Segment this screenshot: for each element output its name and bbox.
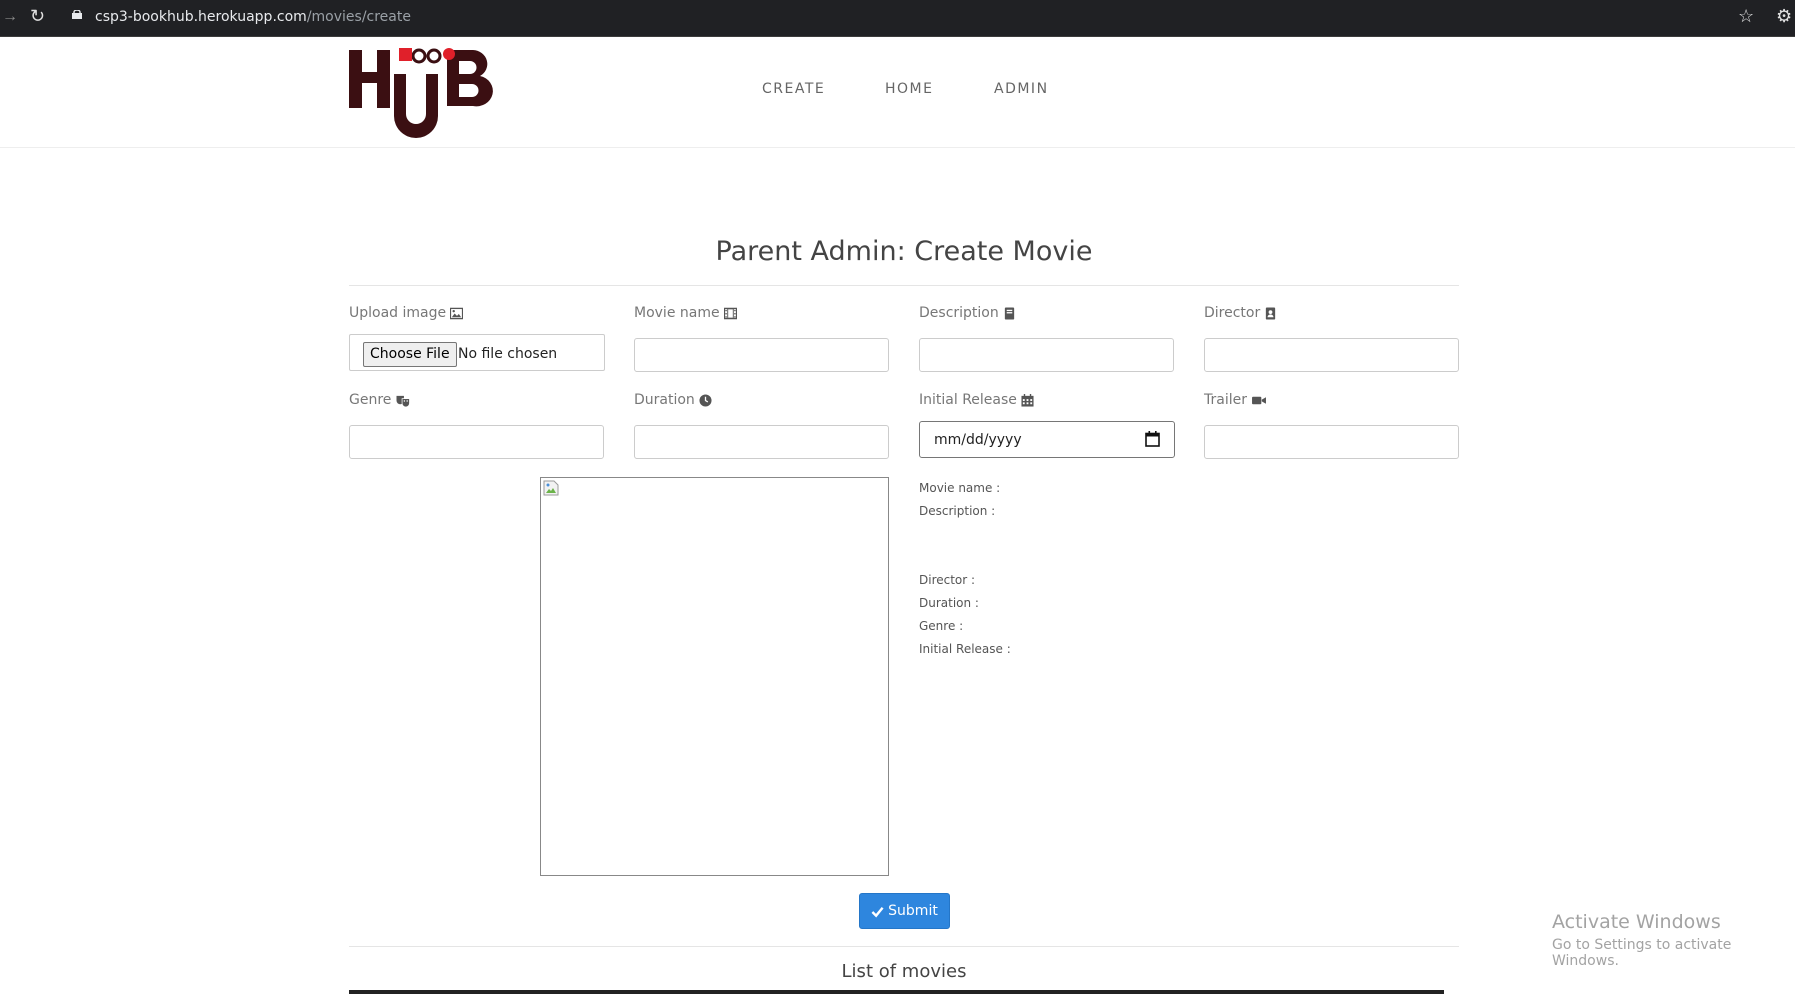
upload-image-label: Upload image: [349, 305, 464, 321]
choose-file-button[interactable]: Choose File: [363, 342, 457, 367]
url-path: /movies/create: [306, 9, 411, 25]
initial-release-label: Initial Release: [919, 392, 1034, 408]
book-icon: [1004, 306, 1014, 320]
file-upload-input[interactable]: Choose File No file chosen: [349, 334, 605, 371]
movie-image-preview: [540, 477, 889, 876]
theater-masks-icon: [396, 395, 411, 407]
upload-image-label-text: Upload image: [349, 305, 447, 321]
url-host: csp3-bookhub.herokuapp.com: [95, 9, 307, 25]
initial-release-date-input[interactable]: mm/dd/yyyy: [919, 421, 1175, 458]
description-label-text: Description: [919, 305, 999, 321]
trailer-label: Trailer: [1204, 392, 1267, 408]
page-title: Parent Admin: Create Movie: [715, 236, 1093, 267]
movies-table-header: [349, 990, 1444, 994]
preview-initial-release: Initial Release :: [919, 642, 1011, 656]
submit-button[interactable]: Submit: [859, 893, 950, 929]
director-label-text: Director: [1204, 305, 1261, 321]
genre-label: Genre: [349, 392, 411, 408]
bookhub-logo[interactable]: [349, 44, 499, 142]
calendar-icon: [1021, 393, 1034, 407]
director-label: Director: [1204, 305, 1277, 321]
forward-arrow-icon[interactable]: →: [2, 8, 18, 26]
browser-toolbar: → ↻ csp3-bookhub.herokuapp.com/movies/cr…: [0, 0, 1795, 37]
preview-duration: Duration :: [919, 596, 979, 610]
trailer-label-text: Trailer: [1204, 392, 1247, 408]
lock-icon: [72, 10, 82, 19]
image-icon: [450, 307, 464, 319]
date-placeholder: mm/dd/yyyy: [934, 432, 1022, 448]
broken-image-icon: [543, 480, 559, 496]
trailer-input[interactable]: [1204, 425, 1459, 459]
preview-director: Director :: [919, 573, 976, 587]
address-bar[interactable]: csp3-bookhub.herokuapp.com/movies/create: [95, 9, 411, 25]
nav-admin[interactable]: ADMIN: [994, 81, 1049, 97]
movie-name-label-text: Movie name: [634, 305, 720, 321]
submit-button-label: Submit: [888, 903, 938, 919]
date-picker-icon[interactable]: [1145, 431, 1160, 447]
divider: [349, 285, 1459, 286]
contact-card-icon: [1266, 306, 1276, 320]
divider-bottom: [349, 946, 1459, 947]
activate-windows-title: Activate Windows: [1552, 911, 1721, 933]
duration-label-text: Duration: [634, 392, 695, 408]
duration-label: Duration: [634, 392, 712, 408]
site-header: CREATE HOME ADMIN: [0, 36, 1795, 148]
description-label: Description: [919, 305, 1016, 321]
clock-icon: [699, 393, 712, 407]
reload-icon[interactable]: ↻: [30, 6, 45, 27]
genre-label-text: Genre: [349, 392, 392, 408]
duration-input[interactable]: [634, 425, 889, 459]
bookmark-star-icon[interactable]: ☆: [1738, 6, 1754, 27]
genre-input[interactable]: [349, 425, 604, 459]
preview-genre: Genre :: [919, 619, 964, 633]
file-status-text: No file chosen: [458, 346, 558, 362]
preview-movie-name: Movie name :: [919, 481, 1001, 495]
nav-create[interactable]: CREATE: [762, 81, 825, 97]
movie-name-input[interactable]: [634, 338, 889, 372]
initial-release-label-text: Initial Release: [919, 392, 1017, 408]
activate-windows-subtitle: Go to Settings to activate Windows.: [1552, 937, 1732, 969]
preview-description: Description :: [919, 504, 996, 518]
nav-home[interactable]: HOME: [885, 81, 933, 97]
movie-name-label: Movie name: [634, 305, 737, 321]
description-input[interactable]: [919, 338, 1174, 372]
film-icon: [723, 307, 737, 319]
director-input[interactable]: [1204, 338, 1459, 372]
extensions-icon[interactable]: ⚙: [1776, 6, 1792, 27]
list-of-movies-heading: List of movies: [841, 961, 967, 982]
check-icon: [871, 906, 884, 917]
video-camera-icon: [1252, 396, 1266, 404]
